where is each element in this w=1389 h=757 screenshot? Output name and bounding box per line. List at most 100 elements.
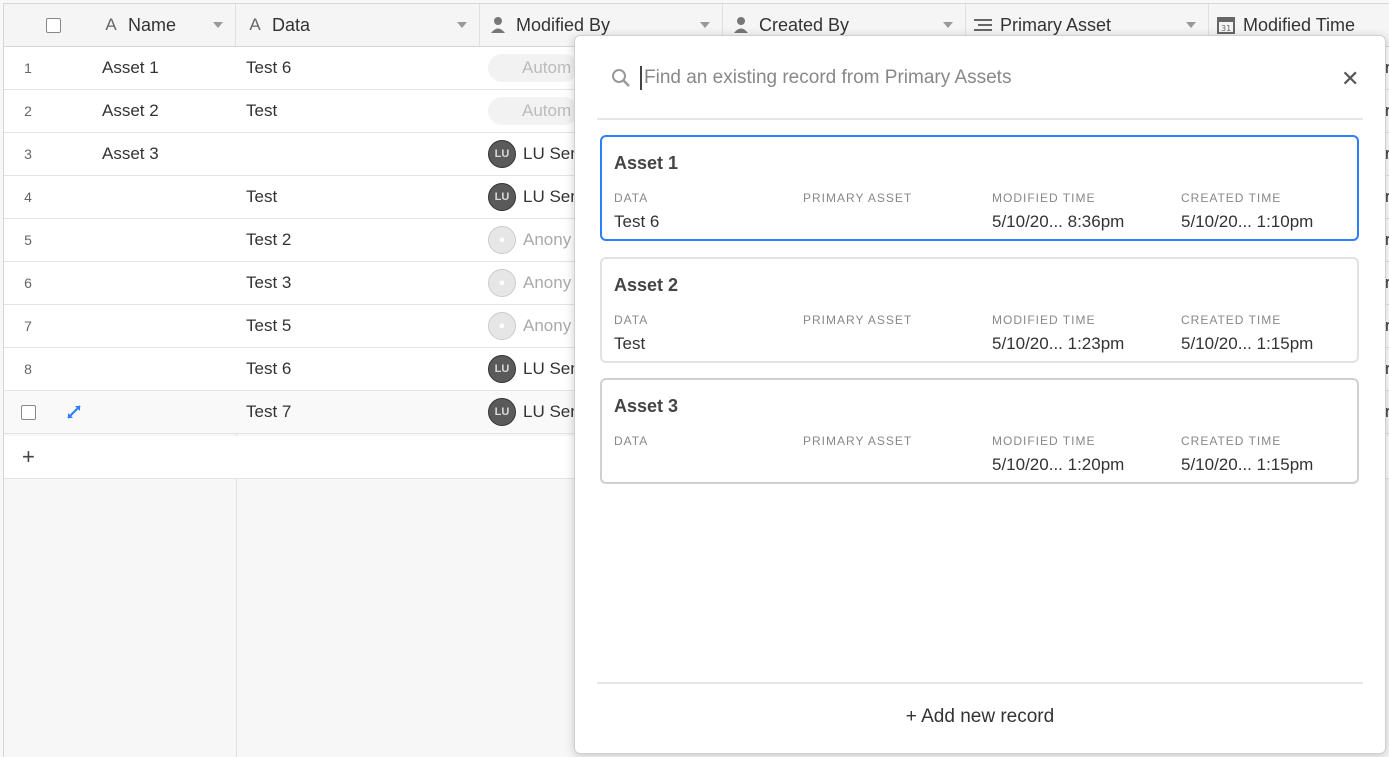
chevron-down-icon[interactable] — [1186, 22, 1196, 28]
automation-pill: Autom — [488, 97, 578, 125]
record-picker-dialog: ✕ Asset 1 DATA Test 6 PRIMARY ASSET MODIF… — [574, 35, 1386, 754]
field-primary-asset: PRIMARY ASSET — [803, 313, 983, 334]
text-field-icon: A — [249, 15, 261, 34]
chevron-down-icon[interactable] — [700, 22, 710, 28]
chevron-down-icon[interactable] — [457, 22, 467, 28]
column-label: Primary Asset — [1000, 14, 1112, 35]
field-label: DATA — [614, 313, 649, 327]
field-created-time: CREATED TIME 5/10/20... 1:10pm — [1181, 191, 1361, 232]
name-cell[interactable]: Asset 3 — [102, 133, 159, 175]
avatar: LU — [488, 183, 516, 211]
user-name: Anony — [523, 230, 572, 249]
user-name: Anony — [523, 316, 572, 335]
user-name: Anony — [523, 273, 572, 292]
column-label: Name — [128, 14, 177, 35]
field-primary-asset: PRIMARY ASSET — [803, 191, 983, 212]
data-cell[interactable]: Test 3 — [246, 262, 291, 304]
avatar: LU — [488, 355, 516, 383]
field-modified-time: MODIFIED TIME 5/10/20... 8:36pm — [992, 191, 1172, 232]
data-cell[interactable]: Test 2 — [246, 219, 291, 261]
field-value: Test 6 — [614, 212, 660, 231]
search-input[interactable] — [640, 66, 1326, 90]
field-value: 5/10/20... 1:23pm — [992, 334, 1125, 353]
svg-text:31: 31 — [1221, 24, 1231, 33]
field-modified-time: MODIFIED TIME 5/10/20... 1:23pm — [992, 313, 1172, 354]
anonymous-user-icon: ● — [488, 226, 516, 254]
name-cell[interactable]: Asset 1 — [102, 47, 159, 89]
field-label: DATA — [614, 191, 649, 205]
data-cell[interactable]: Test — [246, 176, 277, 218]
field-value: 5/10/20... 1:15pm — [1181, 334, 1314, 353]
column-header-name[interactable]: A Name — [102, 4, 236, 46]
field-label: PRIMARY ASSET — [803, 313, 913, 327]
field-modified-time: MODIFIED TIME 5/10/20... 1:20pm — [992, 434, 1172, 475]
record-card[interactable]: Asset 3 DATA PRIMARY ASSET MODIFIED TIME… — [600, 378, 1359, 484]
row-number: 5 — [24, 232, 32, 248]
divider — [597, 118, 1363, 120]
column-label: Created By — [759, 14, 850, 35]
field-created-time: CREATED TIME 5/10/20... 1:15pm — [1181, 434, 1361, 475]
avatar: LU — [488, 140, 516, 168]
field-value: 5/10/20... 1:15pm — [1181, 455, 1314, 474]
user-name: LU Sen — [523, 359, 580, 378]
field-data: DATA Test 6 — [614, 191, 794, 232]
select-all-cell — [4, 4, 102, 46]
data-cell[interactable]: Test 6 — [246, 348, 291, 390]
link-field-icon — [974, 16, 992, 34]
field-data: DATA Test — [614, 313, 794, 354]
field-label: CREATED TIME — [1181, 434, 1282, 448]
field-value: 5/10/20... 1:10pm — [1181, 212, 1314, 231]
column-header-data[interactable]: A Data — [236, 4, 480, 46]
calendar-icon: 31 — [1217, 16, 1235, 34]
divider — [597, 682, 1363, 684]
add-new-record-button[interactable]: + Add new record — [575, 706, 1385, 728]
row-number: 4 — [24, 189, 32, 205]
row-number: 1 — [24, 60, 32, 76]
user-name: LU Sen — [523, 187, 580, 206]
chevron-down-icon[interactable] — [213, 22, 223, 28]
data-cell[interactable]: Test 7 — [246, 391, 291, 433]
user-name: Autom — [522, 101, 572, 120]
name-cell[interactable]: Asset 2 — [102, 90, 159, 132]
row-checkbox[interactable] — [20, 404, 36, 420]
record-title: Asset 1 — [614, 153, 679, 173]
field-label: MODIFIED TIME — [992, 191, 1096, 205]
column-label: Data — [272, 14, 311, 35]
data-cell[interactable]: Test 6 — [246, 47, 291, 89]
expand-record-icon[interactable] — [66, 391, 82, 433]
column-label: Modified Time — [1243, 14, 1356, 35]
field-label: CREATED TIME — [1181, 191, 1282, 205]
field-label: MODIFIED TIME — [992, 434, 1096, 448]
user-name: Autom — [522, 58, 572, 77]
record-card[interactable]: Asset 2 DATA Test PRIMARY ASSET MODIFIED … — [600, 257, 1359, 363]
data-cell[interactable]: Test — [246, 90, 277, 132]
close-icon[interactable]: ✕ — [1341, 66, 1359, 92]
field-label: DATA — [614, 434, 649, 448]
add-row-button[interactable]: + — [22, 444, 35, 470]
row-number: 2 — [24, 103, 32, 119]
select-all-checkbox[interactable] — [45, 17, 61, 33]
field-label: MODIFIED TIME — [992, 313, 1096, 327]
automation-pill: Autom — [488, 54, 578, 82]
field-primary-asset: PRIMARY ASSET — [803, 434, 983, 455]
record-card[interactable]: Asset 1 DATA Test 6 PRIMARY ASSET MODIFIE… — [600, 135, 1359, 241]
field-value: 5/10/20... 8:36pm — [992, 212, 1125, 231]
avatar: LU — [488, 398, 516, 426]
row-number: 6 — [24, 275, 32, 291]
field-data: DATA — [614, 434, 794, 455]
user-field-icon — [733, 16, 751, 34]
record-search — [611, 60, 1351, 96]
modified-by-cell[interactable]: Autom — [488, 90, 578, 132]
chevron-down-icon[interactable] — [943, 22, 953, 28]
field-value: 5/10/20... 1:20pm — [992, 455, 1125, 474]
text-field-icon: A — [105, 15, 117, 34]
modified-by-cell[interactable]: Autom — [488, 47, 578, 89]
user-field-icon — [490, 16, 508, 34]
data-cell[interactable]: Test 5 — [246, 305, 291, 347]
row-number: 3 — [24, 146, 32, 162]
field-value: Test — [614, 334, 646, 353]
column-label: Modified By — [516, 14, 611, 35]
row-number: 7 — [24, 318, 32, 334]
row-number: 8 — [24, 361, 32, 377]
anonymous-user-icon: ● — [488, 312, 516, 340]
